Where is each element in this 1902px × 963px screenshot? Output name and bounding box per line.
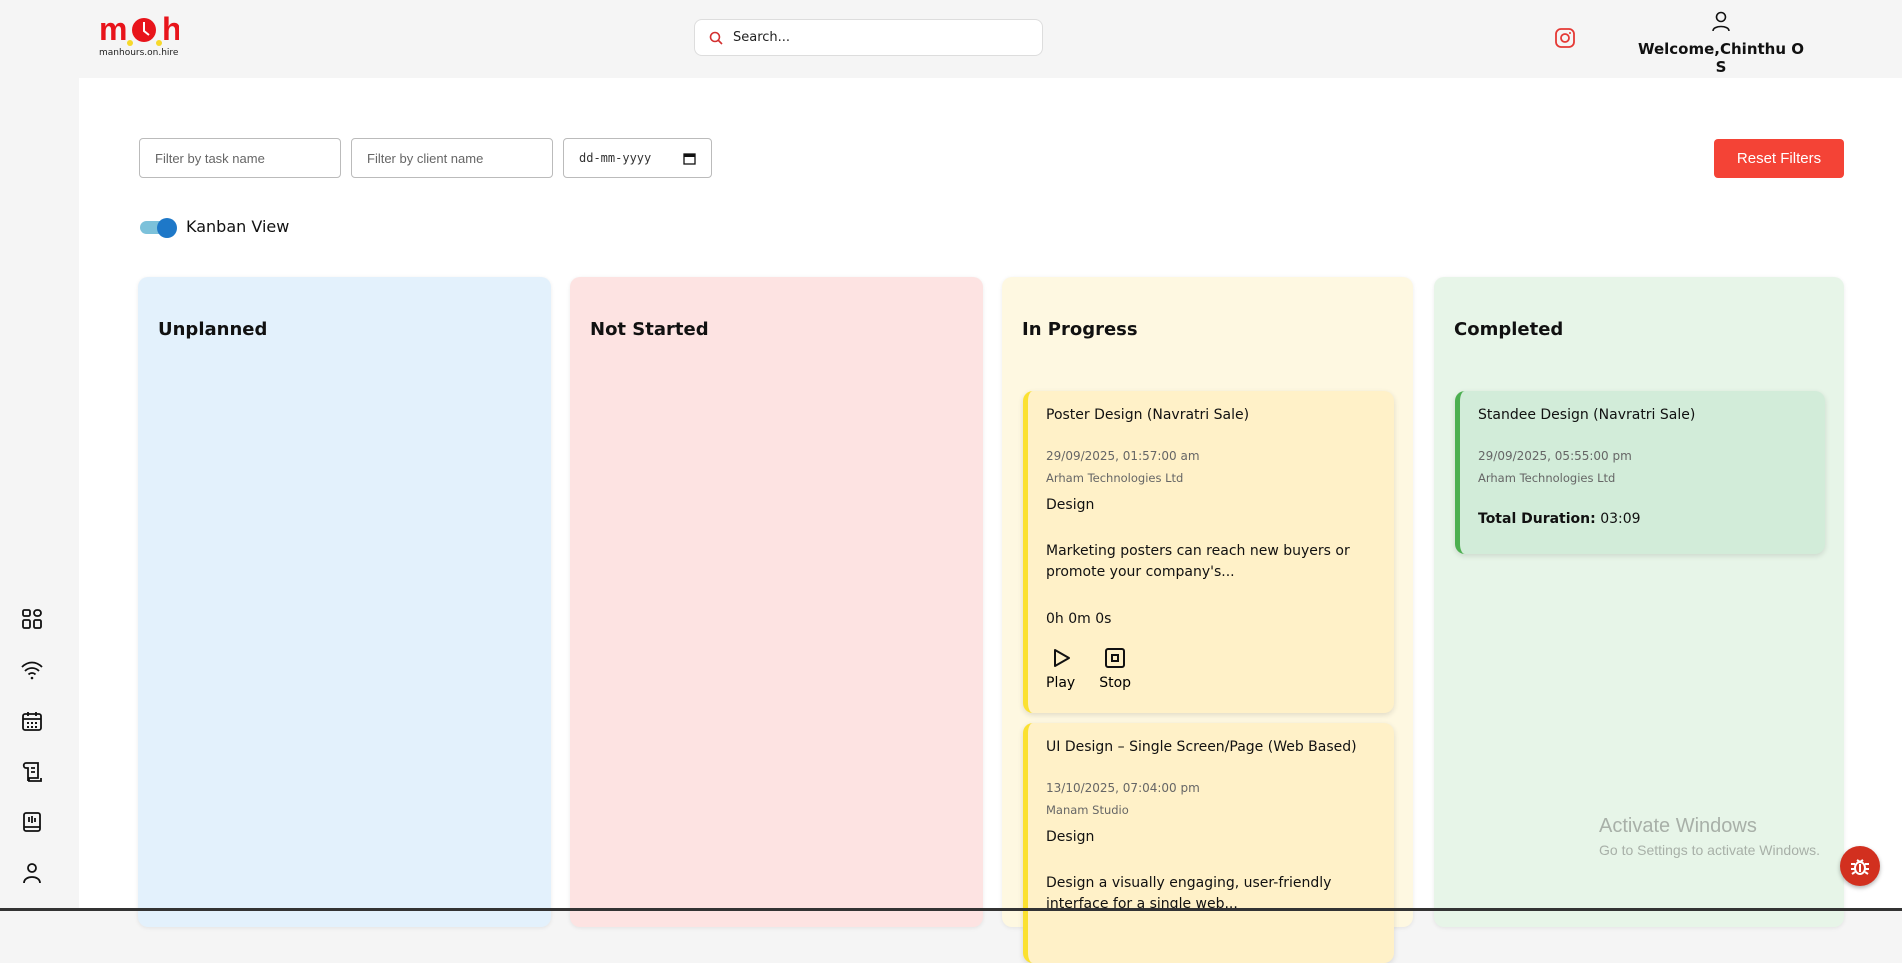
sidebar bbox=[0, 78, 79, 911]
calendar-icon[interactable] bbox=[20, 709, 44, 733]
stop-button[interactable]: Stop bbox=[1099, 647, 1131, 691]
task-date: 13/10/2025, 07:04:00 pm bbox=[1046, 781, 1200, 795]
bug-icon bbox=[1851, 859, 1869, 875]
total-duration-value: 03:09 bbox=[1600, 511, 1641, 527]
user-icon[interactable] bbox=[20, 861, 44, 885]
total-duration-label: Total Duration: bbox=[1478, 511, 1596, 527]
stop-icon bbox=[1105, 648, 1126, 668]
activate-subtitle: Go to Settings to activate Windows. bbox=[1599, 842, 1820, 858]
scroll-icon[interactable] bbox=[20, 760, 44, 784]
total-duration: Total Duration: 03:09 bbox=[1478, 511, 1807, 527]
logo-tagline: manhours.on.hire bbox=[99, 48, 179, 58]
activate-title: Activate Windows bbox=[1599, 815, 1757, 837]
task-card[interactable]: Poster Design (Navratri Sale) 29/09/2025… bbox=[1023, 391, 1394, 713]
search-box[interactable] bbox=[694, 19, 1043, 56]
task-description: Marketing posters can reach new buyers o… bbox=[1046, 543, 1350, 580]
task-date: 29/09/2025, 05:55:00 pm bbox=[1478, 449, 1632, 463]
instagram-icon[interactable] bbox=[1553, 26, 1577, 54]
moh-logo-icon: m h bbox=[99, 11, 182, 47]
user-menu[interactable]: Welcome,Chinthu O S bbox=[1636, 10, 1806, 76]
play-label: Play bbox=[1046, 675, 1076, 691]
search-input[interactable] bbox=[733, 30, 1023, 45]
task-client: Arham Technologies Ltd bbox=[1478, 471, 1616, 485]
task-card[interactable]: Standee Design (Navratri Sale) 29/09/202… bbox=[1455, 391, 1825, 554]
column-title: Completed bbox=[1454, 319, 1564, 340]
client-name-filter[interactable] bbox=[351, 138, 553, 178]
date-filter[interactable]: dd-mm-yyyy bbox=[563, 138, 712, 178]
column-unplanned: Unplanned bbox=[138, 277, 551, 927]
bug-report-button[interactable] bbox=[1840, 846, 1880, 886]
column-title: Unplanned bbox=[158, 319, 268, 340]
task-timer: 0h 0m 0s bbox=[1046, 611, 1112, 627]
kanban-view-toggle[interactable] bbox=[140, 218, 177, 238]
task-name-filter[interactable] bbox=[139, 138, 341, 178]
search-icon bbox=[709, 31, 723, 45]
reset-filters-button[interactable]: Reset Filters bbox=[1714, 139, 1844, 178]
date-placeholder: dd-mm-yyyy bbox=[579, 151, 652, 165]
calendar-icon[interactable] bbox=[683, 152, 696, 165]
column-title: Not Started bbox=[590, 319, 709, 340]
task-title: UI Design – Single Screen/Page (Web Base… bbox=[1046, 739, 1357, 755]
column-in-progress: In Progress Poster Design (Navratri Sale… bbox=[1002, 277, 1413, 963]
task-client: Arham Technologies Ltd bbox=[1046, 471, 1184, 485]
task-category: Design bbox=[1046, 497, 1095, 513]
svg-text:m: m bbox=[99, 11, 127, 47]
stop-label: Stop bbox=[1099, 675, 1132, 691]
column-not-started: Not Started bbox=[570, 277, 983, 927]
task-date: 29/09/2025, 01:57:00 am bbox=[1046, 449, 1200, 463]
wifi-icon[interactable] bbox=[20, 658, 44, 682]
welcome-text: Welcome,Chinthu O S bbox=[1637, 40, 1805, 76]
task-card[interactable]: UI Design – Single Screen/Page (Web Base… bbox=[1023, 723, 1394, 963]
play-button[interactable]: Play bbox=[1046, 647, 1075, 691]
column-title: In Progress bbox=[1022, 319, 1138, 340]
activate-windows-watermark: Activate Windows Go to Settings to activ… bbox=[1599, 815, 1820, 858]
logo[interactable]: m h manhours.on.hire bbox=[99, 10, 199, 60]
dashboard-icon[interactable] bbox=[20, 607, 44, 631]
task-title: Poster Design (Navratri Sale) bbox=[1046, 407, 1250, 423]
report-book-icon[interactable] bbox=[20, 810, 44, 834]
header: m h manhours.on.hire Welcome,Chinthu O S bbox=[0, 0, 1902, 78]
svg-text:h: h bbox=[162, 11, 179, 47]
play-icon bbox=[1053, 649, 1070, 667]
kanban-view-label: Kanban View bbox=[186, 217, 290, 236]
task-client: Manam Studio bbox=[1046, 803, 1129, 817]
task-title: Standee Design (Navratri Sale) bbox=[1478, 407, 1696, 423]
user-icon bbox=[1712, 11, 1730, 32]
task-category: Design bbox=[1046, 829, 1095, 845]
